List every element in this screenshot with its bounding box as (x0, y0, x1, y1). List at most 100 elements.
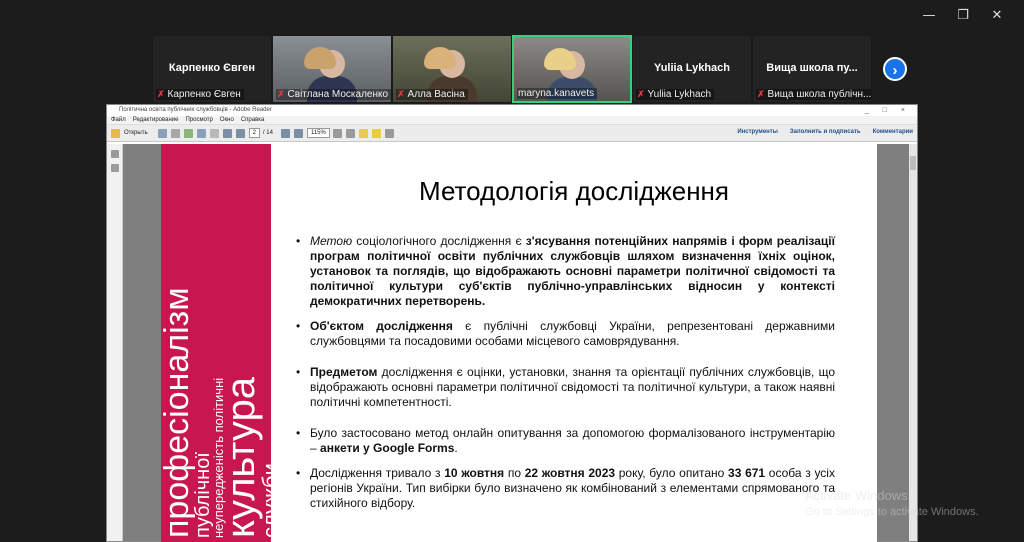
print-icon[interactable] (157, 128, 167, 138)
menu-item[interactable]: Редактирование (133, 116, 179, 124)
participant-label: ✗ Алла Васіна (396, 89, 468, 100)
reader-title: Політична освіта публічних службовців - … (119, 107, 272, 113)
bullet-text: 22 жовтня 2023 (524, 466, 616, 480)
restore-button[interactable]: ❐ (946, 6, 980, 26)
page-number-input[interactable]: 2 (248, 128, 260, 138)
attachment-icon[interactable] (110, 164, 119, 172)
page-down-icon[interactable] (235, 128, 245, 138)
bullet-text: дослідження є оцінки, установки, знання … (310, 365, 835, 409)
fullscreen-icon[interactable] (384, 128, 394, 138)
participant-tile[interactable]: ✗ Світлана Москаленко (272, 35, 392, 103)
bullet-text: 33 671 (728, 466, 766, 480)
bullet-text: Об'єктом дослідження (310, 319, 453, 333)
window-controls: — ❐ ✕ (912, 6, 1014, 26)
menu-item[interactable]: Просмотр (185, 116, 212, 124)
band-keyword: професіоналізм (161, 287, 197, 538)
band-keyword: публічної (191, 452, 214, 538)
participant-name: Карпенко Євген (167, 89, 241, 100)
activate-line1: Activate Windows (805, 488, 908, 503)
reader-title-bar: Політична освіта публічних службовців - … (107, 105, 917, 116)
participant-name: Світлана Москаленко (287, 89, 389, 100)
participant-label: ✗ Карпенко Євген (156, 89, 244, 100)
reader-menu-bar: Файл Редактирование Просмотр Окно Справка (107, 116, 917, 125)
participant-name: Yuliia Lykhach (647, 89, 712, 100)
mic-off-icon: ✗ (277, 89, 285, 99)
reader-scrollbar[interactable] (909, 144, 917, 541)
bullet-text: Предметом (310, 365, 378, 379)
menu-item[interactable]: Файл (111, 116, 126, 124)
participant-display-name: Карпенко Євген (168, 62, 256, 74)
reader-right-tools: Инструменты Заполнить и подписать Коммента… (737, 129, 913, 135)
participant-name: Алла Васіна (407, 89, 465, 100)
bullet-text: Дослідження тривало з (310, 466, 445, 480)
bullet-text: року, було опитано (615, 466, 729, 480)
pdf-reader-window: Політична освіта публічних службовців - … (106, 104, 918, 542)
slide-page: професіоналізм публічної неупередженість п… (161, 144, 877, 542)
participant-tile[interactable]: Вища школа пу... ✗ Вища школа публічн... (752, 35, 872, 103)
pages-icon[interactable] (110, 150, 119, 158)
folder-icon[interactable] (111, 128, 120, 138)
comment-icon[interactable] (358, 128, 368, 138)
slide-bullet: Було застосовано метод онлайн опитування… (296, 426, 835, 456)
mail-icon[interactable] (196, 128, 206, 138)
menu-item[interactable]: Окно (220, 116, 234, 124)
close-button[interactable]: ✕ (980, 6, 1014, 26)
participant-label: ✗ Yuliia Lykhach (636, 89, 715, 100)
minimize-button[interactable]: — (912, 6, 946, 26)
activate-windows-watermark: Activate Windows Go to Settings to activ… (805, 487, 979, 521)
slide-bullet: Предметом дослідження є оцінки, установк… (296, 365, 835, 410)
participant-name: Вища школа публічн... (767, 89, 872, 100)
reader-tool-link[interactable]: Инструменты (737, 129, 778, 135)
highlight-icon[interactable] (371, 128, 381, 138)
mic-off-icon: ✗ (397, 89, 405, 99)
participant-tile[interactable]: ✗ Алла Васіна (392, 35, 512, 103)
participant-tile[interactable]: Карпенко Євген ✗ Карпенко Євген (152, 35, 272, 103)
participant-label: ✗ Світлана Москаленко (276, 89, 391, 100)
reader-tool-link[interactable]: Заполнить и подписать (790, 129, 861, 135)
mic-off-icon: ✗ (757, 89, 765, 99)
menu-item[interactable]: Справка (241, 116, 265, 124)
reader-document-area: професіоналізм публічної неупередженість п… (107, 144, 917, 542)
participant-tile[interactable]: Yuliia Lykhach ✗ Yuliia Lykhach (632, 35, 752, 103)
participant-name: maryna.kanavets (518, 88, 595, 99)
slide-keyword-band: професіоналізм публічної неупередженість п… (161, 144, 271, 542)
reader-window-controls[interactable]: _ □ × (865, 105, 911, 116)
save-icon[interactable] (170, 128, 180, 138)
slide-title: Методологія дослідження (419, 176, 729, 206)
zoom-select[interactable]: 115% (306, 128, 330, 138)
band-keyword: служби (257, 463, 271, 538)
reader-toolbar: Открыть 2 / 14 115% Инструменты Заполнить… (107, 125, 917, 142)
bullet-text: анкети у Google Forms (320, 441, 455, 455)
fit-page-icon[interactable] (332, 128, 342, 138)
bullet-text: Метою (310, 234, 353, 248)
activate-line2: Go to Settings to activate Windows. (805, 506, 979, 518)
page-up-icon[interactable] (222, 128, 232, 138)
participant-display-name: Yuliia Lykhach (653, 62, 730, 74)
band-keyword: культура (219, 377, 264, 538)
zoom-out-icon[interactable] (280, 128, 290, 138)
chevron-right-icon[interactable]: › (883, 57, 907, 81)
participant-label: maryna.kanavets (517, 88, 598, 99)
scroll-thumb[interactable] (910, 156, 916, 170)
share-icon[interactable] (183, 128, 193, 138)
open-button[interactable]: Открыть (124, 130, 148, 136)
cloud-icon[interactable] (209, 128, 219, 138)
bullet-text: соціологічного дослідження є (352, 234, 526, 248)
mic-off-icon: ✗ (157, 89, 165, 99)
participant-label: ✗ Вища школа публічн... (756, 89, 872, 100)
bullet-text: по (504, 466, 525, 480)
reader-side-panel (107, 144, 123, 541)
slide-bullet: Метою соціологічного дослідження є з'ясу… (296, 234, 835, 309)
zoom-in-icon[interactable] (293, 128, 303, 138)
page-total: / 14 (262, 130, 273, 136)
bullet-text: . (454, 441, 458, 455)
participant-strip: Карпенко Євген ✗ Карпенко Євген ✗ Світлана М… (152, 35, 872, 103)
reader-tool-link[interactable]: Комментарии (873, 129, 913, 135)
participant-tile[interactable]: maryna.kanavets (512, 35, 632, 103)
slide-bullet: Дослідження тривало з 10 жовтня по 22 жо… (296, 466, 835, 511)
mic-off-icon: ✗ (637, 89, 645, 99)
participant-display-name: Вища школа пу... (766, 62, 858, 74)
fit-width-icon[interactable] (345, 128, 355, 138)
slide-bullet: Об'єктом дослідження є публічні службовц… (296, 319, 835, 349)
bullet-text: 10 жовтня (444, 466, 505, 480)
